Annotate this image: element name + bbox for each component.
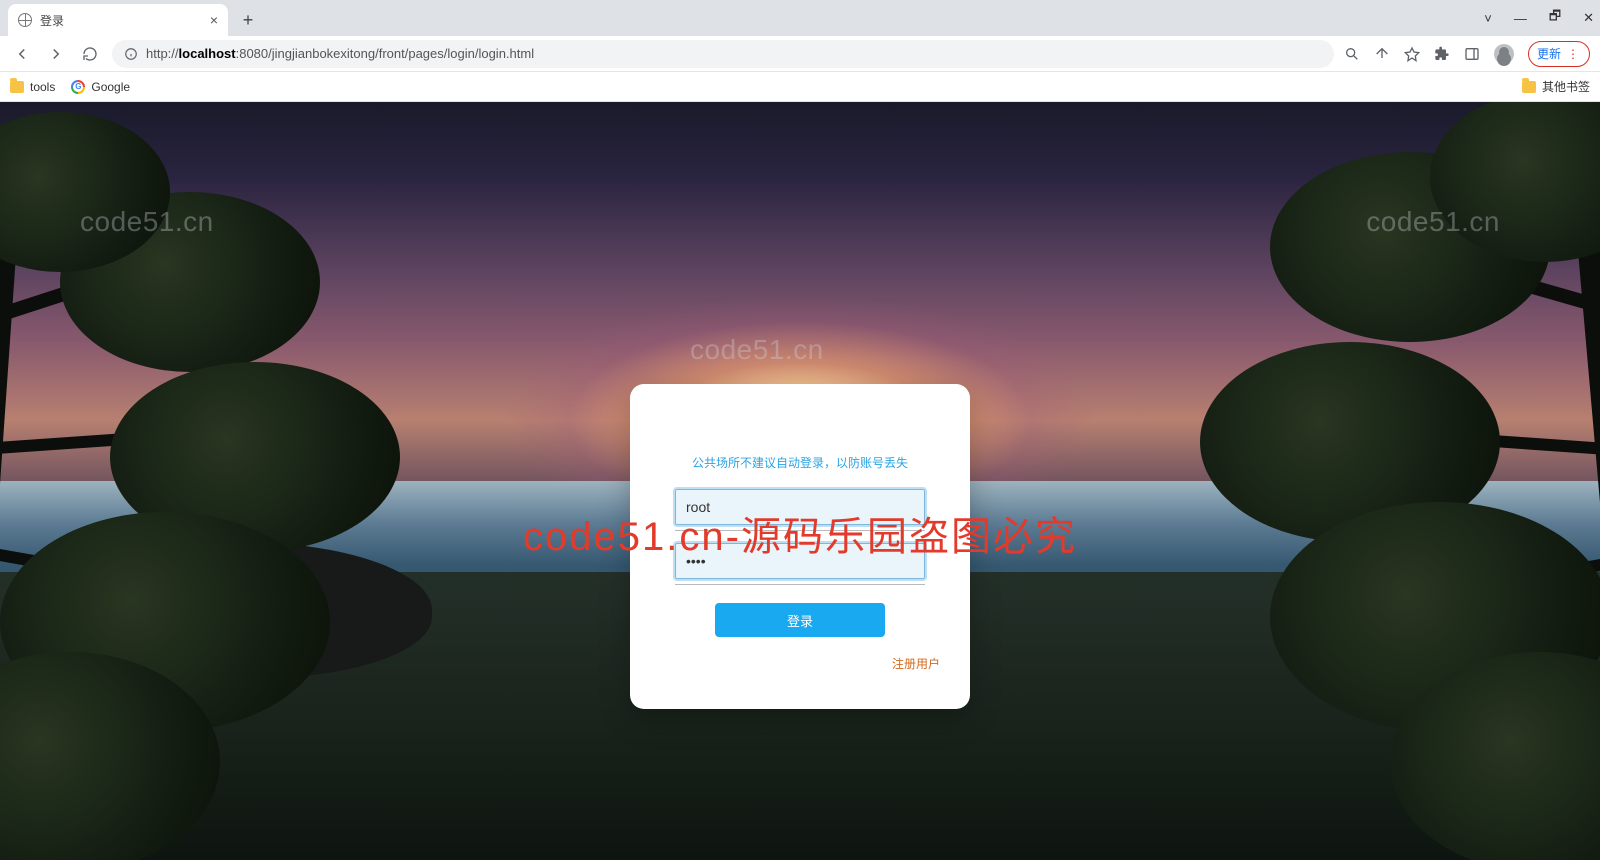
window-controls: ˅ — 🗗 ✕ xyxy=(1484,0,1594,36)
minimize-icon[interactable]: — xyxy=(1514,11,1527,26)
profile-avatar[interactable] xyxy=(1494,44,1514,64)
chevron-down-icon[interactable]: ˅ xyxy=(1484,11,1492,26)
browser-tabbar: 登录 × + ˅ — 🗗 ✕ xyxy=(0,0,1600,36)
page-viewport: code51.cn code51.cn code51.cn code51.cn … xyxy=(0,102,1600,860)
share-icon[interactable] xyxy=(1374,46,1390,62)
username-field-wrap xyxy=(675,489,925,525)
login-card: 公共场所不建议自动登录，以防账号丢失 登录 注册用户 xyxy=(630,384,970,709)
close-window-icon[interactable]: ✕ xyxy=(1583,10,1594,26)
forward-button[interactable] xyxy=(44,42,68,66)
update-button[interactable]: 更新 xyxy=(1528,41,1590,67)
bookmark-tools[interactable]: tools xyxy=(10,80,55,94)
bookmark-other[interactable]: 其他书签 xyxy=(1522,78,1590,95)
folder-icon xyxy=(10,81,24,93)
sidepanel-icon[interactable] xyxy=(1464,46,1480,62)
password-field-wrap xyxy=(675,543,925,579)
info-icon xyxy=(124,47,138,61)
toolbar-right: 更新 xyxy=(1344,41,1590,67)
password-input[interactable] xyxy=(675,543,925,579)
register-wrap: 注册用户 xyxy=(660,655,940,673)
tab-title: 登录 xyxy=(40,12,64,29)
omnibox[interactable]: http://localhost:8080/jingjianbokexitong… xyxy=(112,40,1334,68)
back-button[interactable] xyxy=(10,42,34,66)
extensions-icon[interactable] xyxy=(1434,46,1450,62)
folder-icon xyxy=(1522,81,1536,93)
reload-button[interactable] xyxy=(78,42,102,66)
maximize-icon[interactable]: 🗗 xyxy=(1549,7,1561,29)
url-text: http://localhost:8080/jingjianbokexitong… xyxy=(146,46,1322,61)
address-bar: http://localhost:8080/jingjianbokexitong… xyxy=(0,36,1600,72)
login-button[interactable]: 登录 xyxy=(715,603,885,637)
close-tab-icon[interactable]: × xyxy=(210,12,218,28)
globe-icon xyxy=(18,13,32,27)
star-icon[interactable] xyxy=(1404,46,1420,62)
login-tip: 公共场所不建议自动登录，以防账号丢失 xyxy=(660,454,940,471)
browser-tab-active[interactable]: 登录 × xyxy=(8,4,228,36)
new-tab-button[interactable]: + xyxy=(234,6,262,34)
register-link[interactable]: 注册用户 xyxy=(892,657,940,671)
username-input[interactable] xyxy=(675,489,925,525)
bookmark-google[interactable]: Google xyxy=(71,80,130,94)
zoom-icon[interactable] xyxy=(1344,46,1360,62)
google-icon xyxy=(71,80,85,94)
bookmarks-bar: tools Google 其他书签 xyxy=(0,72,1600,102)
